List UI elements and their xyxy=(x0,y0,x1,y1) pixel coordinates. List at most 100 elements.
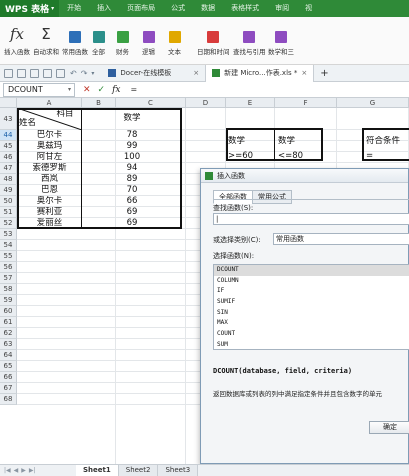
score-cell[interactable]: 69 xyxy=(82,218,182,229)
next-sheet-icon[interactable]: ▶ xyxy=(21,467,26,474)
criteria-header-2[interactable]: 数学 xyxy=(278,136,295,147)
select-all-corner[interactable] xyxy=(0,98,17,108)
ribbon-button[interactable]: 日期和时间 xyxy=(197,17,230,56)
header-name[interactable]: 姓名 xyxy=(19,118,49,129)
row-header[interactable]: 60 xyxy=(0,306,17,317)
new-file-icon[interactable] xyxy=(4,68,13,78)
row-header[interactable]: 49 xyxy=(0,185,17,196)
function-list-item[interactable]: IF xyxy=(214,286,409,297)
row-header[interactable]: 56 xyxy=(0,262,17,273)
criteria-value-1[interactable]: >=60 xyxy=(228,151,253,162)
row-header[interactable]: 59 xyxy=(0,295,17,306)
sheet-tab[interactable]: Sheet2 xyxy=(118,465,159,476)
row-header[interactable]: 50 xyxy=(0,196,17,207)
sheet-tab[interactable]: Sheet1 xyxy=(76,465,119,476)
undo-icon[interactable]: ↶ xyxy=(70,69,77,78)
close-icon[interactable]: × xyxy=(301,69,307,77)
column-header[interactable]: C xyxy=(116,98,186,108)
row-header[interactable]: 65 xyxy=(0,361,17,372)
ribbon-button[interactable]: 常用函数 xyxy=(62,17,88,56)
criteria-value-2[interactable]: <=80 xyxy=(278,151,303,162)
score-cell[interactable]: 94 xyxy=(82,163,182,174)
row-header[interactable]: 46 xyxy=(0,152,17,163)
row-header[interactable]: 48 xyxy=(0,174,17,185)
name-cell[interactable]: 巴恩 xyxy=(17,185,82,196)
ribbon-button[interactable]: 查找与引用 xyxy=(233,17,266,56)
search-function-input[interactable]: | xyxy=(213,213,409,225)
preview-icon[interactable] xyxy=(43,68,52,78)
menu-tab[interactable]: 公式 xyxy=(163,0,193,17)
score-cell[interactable]: 69 xyxy=(82,207,182,218)
row-header[interactable]: 63 xyxy=(0,339,17,350)
score-cell[interactable]: 78 xyxy=(82,130,182,141)
menu-tab[interactable]: 数据 xyxy=(193,0,223,17)
function-list[interactable]: DCOUNT COLUMN IF SUMIF SIN MAX COUNT SUM xyxy=(213,264,409,350)
score-cell[interactable]: 70 xyxy=(82,185,182,196)
tab-common-formulas[interactable]: 常用公式 xyxy=(252,190,292,204)
ribbon-button[interactable]: 文本 xyxy=(168,17,181,56)
function-list-item[interactable]: MAX xyxy=(214,318,409,329)
result-value[interactable]: = xyxy=(366,151,373,162)
name-cell[interactable]: 奥尔卡 xyxy=(17,196,82,207)
menu-tab[interactable]: 视 xyxy=(297,0,320,17)
score-cell[interactable]: 99 xyxy=(82,141,182,152)
ribbon-button[interactable]: 逻辑 xyxy=(142,17,155,56)
score-cell[interactable]: 100 xyxy=(82,152,182,163)
name-cell[interactable]: 爱丽丝 xyxy=(17,218,82,229)
column-header[interactable]: A xyxy=(17,98,82,108)
ok-button[interactable]: 确定 xyxy=(369,421,409,434)
column-header[interactable]: F xyxy=(275,98,337,108)
cancel-icon[interactable]: ✕ xyxy=(83,85,91,95)
ribbon-button[interactable]: 数学和三 xyxy=(268,17,294,56)
function-list-item[interactable]: DCOUNT xyxy=(214,265,409,276)
doc-tab-docer[interactable]: Docer-在线模板 × xyxy=(102,65,205,82)
first-sheet-icon[interactable]: |◀ xyxy=(4,467,11,474)
more-icon[interactable]: ▾ xyxy=(91,70,94,77)
name-cell[interactable]: 巴尔卡 xyxy=(17,130,82,141)
column-header[interactable]: B xyxy=(82,98,116,108)
fx-icon[interactable]: fx xyxy=(112,85,120,95)
function-list-item[interactable]: SUM xyxy=(214,340,409,351)
menu-tab[interactable]: 页面布局 xyxy=(119,0,163,17)
menu-tab[interactable]: 表格样式 xyxy=(223,0,267,17)
ribbon-button[interactable]: 财务 xyxy=(116,17,129,56)
header-subject[interactable]: 科目 xyxy=(50,109,80,120)
formula-input[interactable]: = xyxy=(131,85,138,94)
name-cell[interactable]: 索德罗斯 xyxy=(17,163,82,174)
doc-tab-workbook[interactable]: 新建 Micro...作表.xls * × xyxy=(205,64,315,82)
prev-sheet-icon[interactable]: ◀ xyxy=(14,467,19,474)
app-menu-button[interactable]: WPS 表格 ▾ xyxy=(0,0,60,17)
last-sheet-icon[interactable]: ▶| xyxy=(29,467,36,474)
function-list-item[interactable]: SUMIF xyxy=(214,297,409,308)
row-header[interactable]: 51 xyxy=(0,207,17,218)
row-header[interactable]: 44 xyxy=(0,130,17,141)
row-header[interactable]: 54 xyxy=(0,240,17,251)
row-header[interactable]: 68 xyxy=(0,394,17,405)
row-header[interactable]: 58 xyxy=(0,284,17,295)
row-header[interactable]: 53 xyxy=(0,229,17,240)
row-header[interactable]: 64 xyxy=(0,350,17,361)
confirm-icon[interactable]: ✓ xyxy=(98,85,106,95)
score-cell[interactable]: 89 xyxy=(82,174,182,185)
column-header[interactable]: D xyxy=(186,98,226,108)
redo-icon[interactable]: ↷ xyxy=(81,69,88,78)
row-header[interactable]: 66 xyxy=(0,372,17,383)
sheet-tab[interactable]: Sheet3 xyxy=(158,465,199,476)
score-cell[interactable]: 66 xyxy=(82,196,182,207)
name-box[interactable]: DCOUNT ▾ xyxy=(3,82,75,97)
header-score[interactable]: 数学 xyxy=(82,113,182,124)
row-header[interactable]: 47 xyxy=(0,163,17,174)
row-header[interactable]: 67 xyxy=(0,383,17,394)
name-cell[interactable]: 西岚 xyxy=(17,174,82,185)
close-icon[interactable]: × xyxy=(193,69,199,77)
column-header[interactable]: G xyxy=(337,98,409,108)
print-icon[interactable] xyxy=(30,68,39,78)
name-cell[interactable]: 赛利亚 xyxy=(17,207,82,218)
row-header[interactable]: 52 xyxy=(0,218,17,229)
new-tab-button[interactable]: + xyxy=(314,65,334,82)
row-header[interactable]: 62 xyxy=(0,328,17,339)
row-header[interactable]: 43 xyxy=(0,108,17,130)
ribbon-button[interactable]: 全部 xyxy=(92,17,105,56)
menu-tab[interactable]: 开始 xyxy=(59,0,89,17)
function-list-item[interactable]: COLUMN xyxy=(214,276,409,287)
